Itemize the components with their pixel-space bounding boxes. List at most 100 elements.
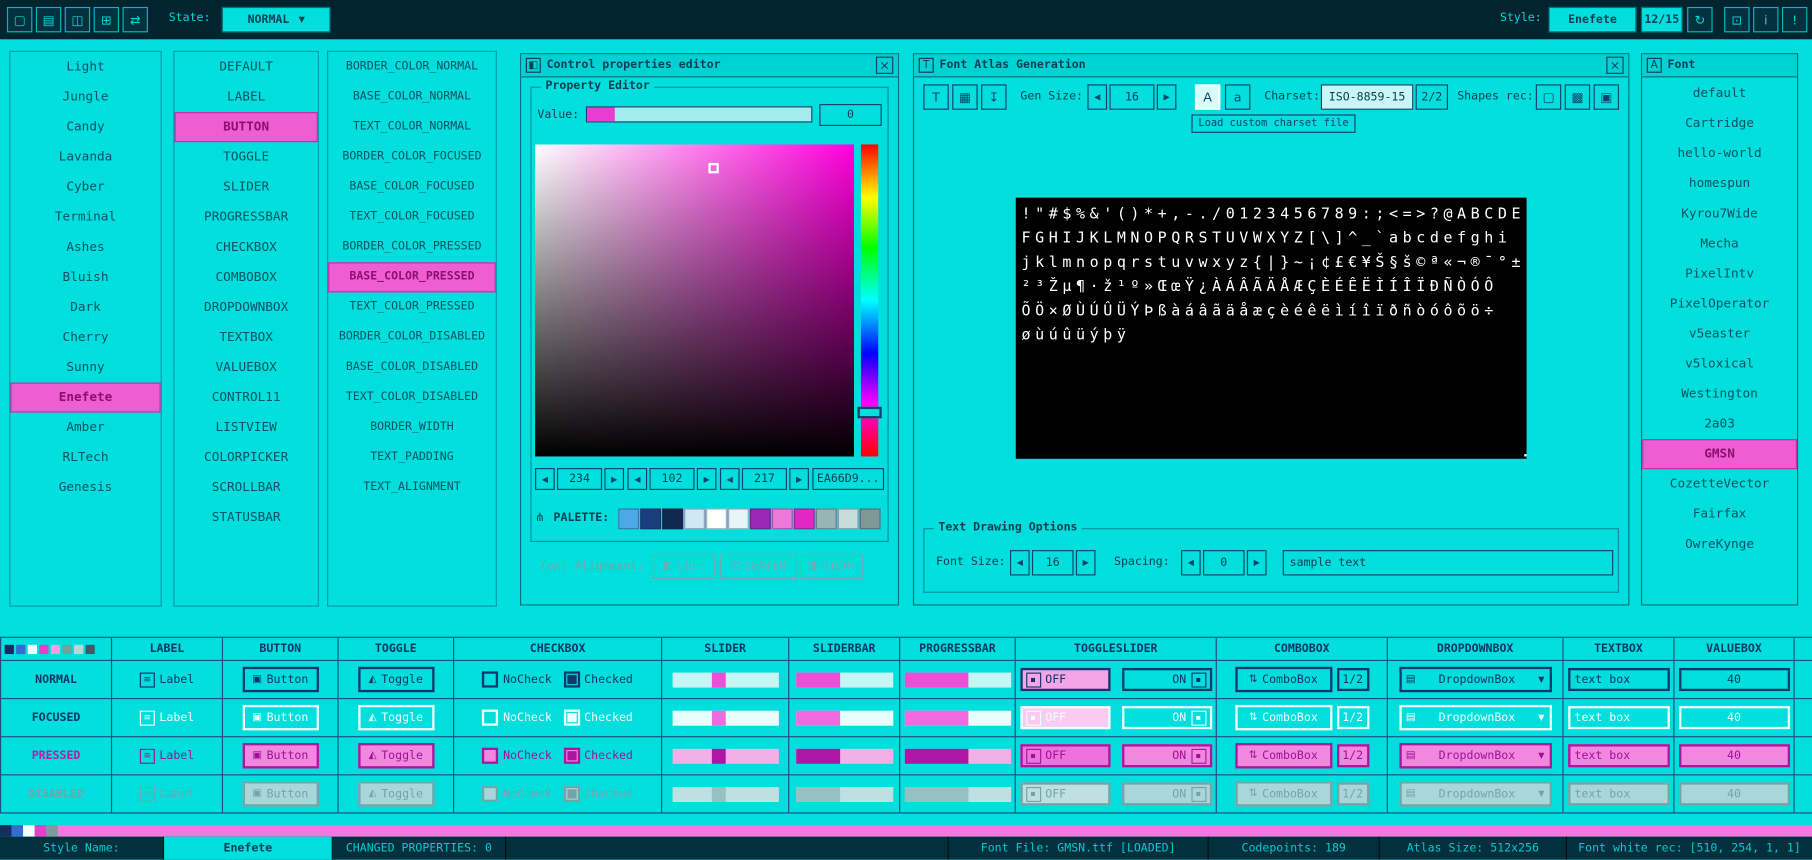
- control-list-item[interactable]: STATUSBAR: [174, 503, 317, 533]
- toggle-preview[interactable]: ◭Toggle: [358, 667, 434, 692]
- shapes-none-button[interactable]: ▣: [1594, 84, 1619, 109]
- control-list-item[interactable]: LABEL: [174, 82, 317, 112]
- control-list-item[interactable]: CHECKBOX: [174, 232, 317, 262]
- palette-swatch[interactable]: [838, 508, 859, 529]
- font-list-item[interactable]: 2a03: [1642, 409, 1797, 439]
- checkbox-unchecked-preview[interactable]: NoCheck: [482, 671, 552, 687]
- palette-swatch[interactable]: [794, 508, 815, 529]
- sample-text-input[interactable]: sample text: [1283, 550, 1614, 575]
- spacing-increase-button[interactable]: ▶: [1247, 550, 1267, 575]
- style-list-item[interactable]: Ashes: [10, 232, 160, 262]
- style-list-item[interactable]: Light: [10, 52, 160, 82]
- property-list-item[interactable]: BASE_COLOR_DISABLED: [328, 352, 496, 382]
- label-preview[interactable]: ≡Label: [140, 672, 194, 687]
- control-list-item[interactable]: SLIDER: [174, 172, 317, 202]
- style-list-item[interactable]: Sunny: [10, 352, 160, 382]
- textbox-preview[interactable]: text box: [1568, 782, 1670, 805]
- label-preview[interactable]: ≡Label: [140, 710, 194, 725]
- style-list-item[interactable]: Cherry: [10, 322, 160, 352]
- sliderbar-preview[interactable]: [796, 786, 893, 801]
- button-preview[interactable]: ▣Button: [242, 743, 318, 768]
- font-atlas-titlebar[interactable]: T Font Atlas Generation ×: [914, 54, 1628, 77]
- font-list-item[interactable]: default: [1642, 79, 1797, 109]
- font-list-item[interactable]: v5loxical: [1642, 349, 1797, 379]
- property-list-item[interactable]: BORDER_WIDTH: [328, 413, 496, 443]
- spacing-value-box[interactable]: 0: [1203, 550, 1245, 575]
- style-list-item[interactable]: Terminal: [10, 202, 160, 232]
- toggleslider-off-preview[interactable]: ▪OFF: [1020, 706, 1110, 729]
- close-button[interactable]: ×: [876, 57, 893, 74]
- slider-preview[interactable]: [672, 710, 778, 725]
- combobox-count-button[interactable]: 1/2: [1336, 706, 1368, 729]
- close-button[interactable]: ×: [1606, 57, 1623, 74]
- font-size-increase-button[interactable]: ▶: [1076, 550, 1096, 575]
- control-list-item[interactable]: LISTVIEW: [174, 413, 317, 443]
- palette-swatch[interactable]: [816, 508, 837, 529]
- red-decrease-button[interactable]: ◀: [535, 468, 555, 490]
- dropdownbox-preview[interactable]: ▤DropdownBox▼: [1399, 667, 1552, 692]
- button-preview[interactable]: ▣Button: [242, 781, 318, 806]
- font-size-decrease-button[interactable]: ◀: [1010, 550, 1030, 575]
- font-panel-titlebar[interactable]: A Font: [1642, 54, 1797, 77]
- style-list-item[interactable]: Bluish: [10, 262, 160, 292]
- dropdownbox-preview[interactable]: ▤DropdownBox▼: [1399, 705, 1552, 730]
- reload-style-button[interactable]: ↻: [1687, 7, 1712, 32]
- slider-preview[interactable]: [672, 748, 778, 763]
- property-list-item[interactable]: BORDER_COLOR_NORMAL: [328, 52, 496, 82]
- font-list-item[interactable]: Kyrou7Wide: [1642, 199, 1797, 229]
- random-style-button[interactable]: ⇄: [122, 7, 147, 32]
- load-charset-button[interactable]: A: [1195, 84, 1220, 109]
- style-name-box[interactable]: Enefete: [1549, 7, 1637, 32]
- align-left-button[interactable]: ◧ LEFT: [653, 555, 715, 579]
- style-list-item[interactable]: Jungle: [10, 82, 160, 112]
- export-style-button[interactable]: ⊞: [94, 7, 119, 32]
- valuebox-preview[interactable]: 40: [1679, 744, 1790, 767]
- property-list-item[interactable]: TEXT_COLOR_DISABLED: [328, 383, 496, 413]
- toggleslider-on-preview[interactable]: ON▪: [1122, 706, 1212, 729]
- palette-swatch[interactable]: [728, 508, 749, 529]
- style-list-item[interactable]: Amber: [10, 413, 160, 443]
- property-list-item[interactable]: BORDER_COLOR_FOCUSED: [328, 142, 496, 172]
- info-button[interactable]: i: [1753, 7, 1778, 32]
- export-atlas-button[interactable]: ↧: [981, 84, 1006, 109]
- save-style-button[interactable]: ◫: [65, 7, 90, 32]
- slider-preview[interactable]: [672, 672, 778, 687]
- toggleslider-on-preview[interactable]: ON▪: [1122, 744, 1212, 767]
- button-preview[interactable]: ▣Button: [242, 667, 318, 692]
- property-list-item[interactable]: BASE_COLOR_PRESSED: [328, 262, 496, 292]
- font-list-item[interactable]: PixelIntv: [1642, 259, 1797, 289]
- palette-swatch[interactable]: [640, 508, 661, 529]
- blue-value-box[interactable]: 217: [742, 468, 787, 490]
- about-button[interactable]: !: [1782, 7, 1807, 32]
- charset-page-box[interactable]: 2/2: [1416, 84, 1448, 109]
- font-list-item[interactable]: Fairfax: [1642, 499, 1797, 529]
- state-dropdown[interactable]: NORMAL ▼: [222, 7, 331, 32]
- toggleslider-off-preview[interactable]: ▪OFF: [1020, 744, 1110, 767]
- font-list-item[interactable]: CozetteVector: [1642, 469, 1797, 499]
- gen-size-value-box[interactable]: 16: [1109, 84, 1154, 109]
- charset-value-box[interactable]: ISO-8859-15: [1321, 84, 1413, 109]
- load-font-button[interactable]: ▦: [952, 84, 977, 109]
- green-increase-button[interactable]: ▶: [697, 468, 717, 490]
- control-list-item[interactable]: SCROLLBAR: [174, 473, 317, 503]
- slider-handle[interactable]: [712, 710, 726, 725]
- slider-preview[interactable]: [672, 786, 778, 801]
- color-picker-area[interactable]: [535, 144, 854, 456]
- value-box[interactable]: 0: [819, 104, 881, 126]
- property-list-item[interactable]: TEXT_ALIGNMENT: [328, 473, 496, 503]
- control-list-item[interactable]: TOGGLE: [174, 142, 317, 172]
- slider-handle[interactable]: [712, 748, 726, 763]
- checkbox-checked-preview[interactable]: Checked: [563, 786, 633, 802]
- shapes-fill-button[interactable]: ▩: [1565, 84, 1590, 109]
- toggleslider-off-preview[interactable]: ▪OFF: [1020, 782, 1110, 805]
- spacing-decrease-button[interactable]: ◀: [1181, 550, 1201, 575]
- combobox-preview[interactable]: ⇅ComboBox: [1235, 705, 1332, 730]
- red-value-box[interactable]: 234: [557, 468, 602, 490]
- textbox-preview[interactable]: text box: [1568, 706, 1670, 729]
- font-atlas-preview[interactable]: !"#$%&'()*+,-./0123456789:;<=>?@ABCDEFGH…: [1016, 198, 1527, 459]
- style-list-item[interactable]: RLTech: [10, 443, 160, 473]
- checkbox-unchecked-preview[interactable]: NoCheck: [482, 786, 552, 802]
- property-list-item[interactable]: BORDER_COLOR_PRESSED: [328, 232, 496, 262]
- gen-size-increase-button[interactable]: ▶: [1157, 84, 1177, 109]
- toggleslider-on-preview[interactable]: ON▪: [1122, 782, 1212, 805]
